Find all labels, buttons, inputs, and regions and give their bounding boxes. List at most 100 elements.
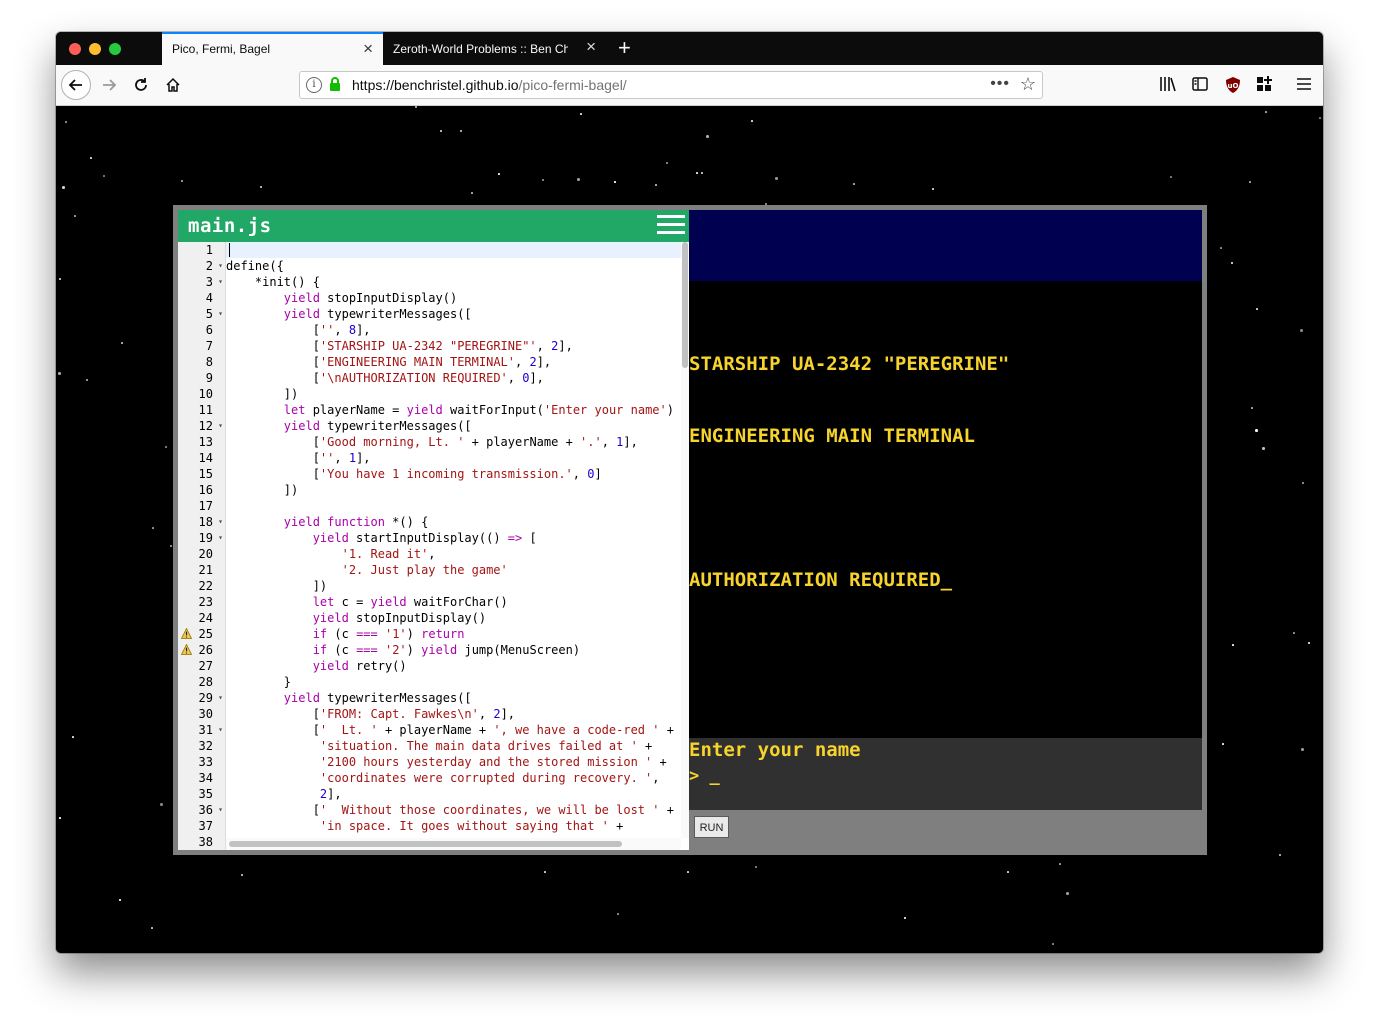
vertical-scrollbar[interactable] xyxy=(681,242,689,838)
code-line[interactable]: 'in space. It goes without saying that '… xyxy=(226,818,681,834)
navigation-bar: i https://benchristel.github.io/pico-fer… xyxy=(56,65,1323,106)
code-line[interactable]: ['STARSHIP UA-2342 "PEREGRINE"', 2], xyxy=(226,338,681,354)
code-line[interactable]: ]) xyxy=(226,482,681,498)
code-line[interactable]: '2. Just play the game' xyxy=(226,562,681,578)
line-number: 19 ▾ xyxy=(198,530,223,546)
code-line[interactable]: yield retry() xyxy=(226,658,681,674)
close-icon[interactable]: × xyxy=(586,38,596,56)
ublock-icon[interactable]: uO xyxy=(1225,76,1241,94)
fold-arrow-icon[interactable]: ▾ xyxy=(218,690,223,706)
fold-arrow-icon[interactable]: ▾ xyxy=(218,514,223,530)
star xyxy=(577,178,580,181)
url-bar[interactable]: i https://benchristel.github.io/pico-fer… xyxy=(299,71,1043,99)
code-line[interactable]: 2], xyxy=(226,786,681,802)
scrollbar-thumb[interactable] xyxy=(682,242,688,368)
code-line[interactable]: [' Lt. ' + playerName + ', we have a cod… xyxy=(226,722,681,738)
warning-icon[interactable] xyxy=(181,628,192,639)
line-number: 5 ▾ xyxy=(205,306,223,322)
fold-arrow-icon[interactable]: ▾ xyxy=(218,274,223,290)
extensions-grid-icon[interactable] xyxy=(1256,76,1273,94)
line-number: 7 xyxy=(205,339,213,353)
code-line[interactable]: ]) xyxy=(226,386,681,402)
editor-filename: main.js xyxy=(188,215,272,237)
reload-button[interactable] xyxy=(126,70,156,100)
code-line[interactable]: ['', 8], xyxy=(226,322,681,338)
hamburger-menu-icon[interactable] xyxy=(657,215,685,237)
sidebar-icon[interactable] xyxy=(1192,76,1208,94)
code-line[interactable]: ['\nAUTHORIZATION REQUIRED', 0], xyxy=(226,370,681,386)
line-number: 17 xyxy=(198,499,213,513)
code-editor[interactable]: main.js 1 2 ▾ 3 ▾ 4 5 ▾ 6 7 8 9 10 11 12 ▾ 13 14 15 16 17 18 ▾… xyxy=(178,210,689,850)
star xyxy=(260,186,262,188)
warning-icon[interactable] xyxy=(181,644,192,655)
forward-button[interactable] xyxy=(94,70,124,100)
code-line[interactable]: yield stopInputDisplay() xyxy=(226,610,681,626)
code-line[interactable]: ['Good morning, Lt. ' + playerName + '.'… xyxy=(226,434,681,450)
code-line[interactable]: 'coordinates were corrupted during recov… xyxy=(226,770,681,786)
url-text[interactable]: https://benchristel.github.io/pico-fermi… xyxy=(352,77,627,93)
code-line[interactable]: yield typewriterMessages([ xyxy=(226,306,681,322)
line-number: 12 ▾ xyxy=(198,418,223,434)
window-minimize-button[interactable] xyxy=(89,43,101,55)
new-tab-icon[interactable]: + xyxy=(618,35,631,61)
url-origin: https://benchristel.github.io xyxy=(352,77,519,93)
tab-title: Zeroth-World Problems :: Ben Christel xyxy=(393,42,568,56)
scrollbar-thumb[interactable] xyxy=(229,841,622,847)
line-number: 29 ▾ xyxy=(198,690,223,706)
code-line[interactable]: [' Without those coordinates, we will be… xyxy=(226,802,681,818)
line-number: 15 xyxy=(198,467,213,481)
back-button[interactable] xyxy=(61,70,91,100)
fold-arrow-icon[interactable]: ▾ xyxy=(218,418,223,434)
fold-arrow-icon[interactable]: ▾ xyxy=(218,530,223,546)
code-line[interactable]: yield stopInputDisplay() xyxy=(226,290,681,306)
code-area[interactable]: define({ *init() { yield stopInputDispla… xyxy=(226,242,681,838)
code-line[interactable]: let playerName = yield waitForInput('Ent… xyxy=(226,402,681,418)
code-line[interactable]: ['', 1], xyxy=(226,450,681,466)
close-icon[interactable]: × xyxy=(363,40,373,58)
code-line[interactable]: } xyxy=(226,674,681,690)
page-actions-icon[interactable]: ••• xyxy=(990,75,1010,93)
code-line[interactable]: ['ENGINEERING MAIN TERMINAL', 2], xyxy=(226,354,681,370)
code-line[interactable]: let c = yield waitForChar() xyxy=(226,594,681,610)
info-icon[interactable]: i xyxy=(306,77,322,93)
code-line[interactable]: ['FROM: Capt. Fawkes\n', 2], xyxy=(226,706,681,722)
editor-header: main.js xyxy=(178,210,689,242)
code-line[interactable]: yield startInputDisplay(() => [ xyxy=(226,530,681,546)
fold-arrow-icon[interactable]: ▾ xyxy=(218,306,223,322)
bookmark-star-icon[interactable]: ☆ xyxy=(1020,74,1036,95)
code-line[interactable]: if (c === '1') return xyxy=(226,626,681,642)
star xyxy=(1066,892,1069,895)
tab-pico-fermi-bagel[interactable]: Pico, Fermi, Bagel × xyxy=(162,32,383,65)
fold-arrow-icon[interactable]: ▾ xyxy=(218,722,223,738)
star xyxy=(1300,329,1303,332)
menu-icon[interactable] xyxy=(1296,76,1312,94)
window-maximize-button[interactable] xyxy=(109,43,121,55)
horizontal-scrollbar[interactable] xyxy=(226,838,681,850)
code-line[interactable]: '2100 hours yesterday and the stored mis… xyxy=(226,754,681,770)
code-line[interactable]: if (c === '2') yield jump(MenuScreen) xyxy=(226,642,681,658)
code-line[interactable]: ]) xyxy=(226,578,681,594)
line-number: 4 xyxy=(205,291,213,305)
library-icon[interactable] xyxy=(1159,76,1177,94)
code-line[interactable]: *init() { xyxy=(226,274,681,290)
terminal-input-panel[interactable]: Enter your name > _ xyxy=(689,738,1202,810)
run-button[interactable]: RUN xyxy=(694,816,729,838)
code-line[interactable]: yield function *() { xyxy=(226,514,681,530)
code-line[interactable]: ['You have 1 incoming transmission.', 0] xyxy=(226,466,681,482)
code-line[interactable] xyxy=(226,242,681,258)
tab-zeroth-world-problems[interactable]: Zeroth-World Problems :: Ben Christel × xyxy=(383,32,606,65)
fold-arrow-icon[interactable]: ▾ xyxy=(218,802,223,818)
code-line[interactable]: yield typewriterMessages([ xyxy=(226,690,681,706)
fold-arrow-icon[interactable]: ▾ xyxy=(218,258,223,274)
code-line[interactable]: '1. Read it', xyxy=(226,546,681,562)
input-caret[interactable]: > _ xyxy=(689,766,720,786)
home-button[interactable] xyxy=(158,70,188,100)
code-line[interactable]: yield typewriterMessages([ xyxy=(226,418,681,434)
terminal-output: STARSHIP UA-2342 "PEREGRINE" ENGINEERING… xyxy=(689,304,1202,640)
window-close-button[interactable] xyxy=(69,43,81,55)
line-number: 1 xyxy=(205,243,213,257)
code-line[interactable]: define({ xyxy=(226,258,681,274)
line-number: 35 xyxy=(198,787,213,801)
code-line[interactable] xyxy=(226,498,681,514)
code-line[interactable]: 'situation. The main data drives failed … xyxy=(226,738,681,754)
